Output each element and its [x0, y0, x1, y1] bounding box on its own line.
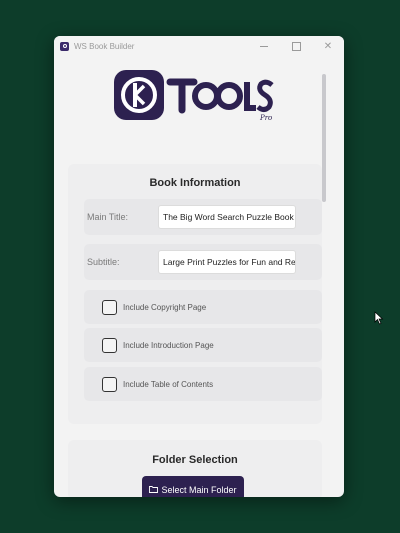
- scrollbar-thumb[interactable]: [322, 74, 326, 202]
- main-title-input[interactable]: The Big Word Search Puzzle Book: [158, 205, 296, 229]
- folder-selection-heading: Folder Selection: [152, 454, 238, 466]
- window-title: WS Book Builder: [74, 41, 135, 51]
- maximize-button[interactable]: [280, 36, 312, 56]
- subtitle-label: Subtitle:: [87, 257, 120, 267]
- copyright-checkbox-label: Include Copyright Page: [123, 302, 207, 312]
- copyright-checkbox-row[interactable]: Include Copyright Page: [84, 290, 322, 324]
- toc-checkbox[interactable]: [102, 376, 117, 392]
- app-icon: [60, 41, 69, 51]
- copyright-checkbox[interactable]: [102, 299, 117, 315]
- introduction-checkbox[interactable]: [102, 337, 117, 353]
- select-main-folder-button[interactable]: Select Main Folder: [142, 476, 244, 497]
- subtitle-input[interactable]: Large Print Puzzles for Fun and Relaxati…: [158, 250, 296, 274]
- book-info-card: Book Information Main Title: The Big Wor…: [68, 164, 322, 424]
- close-button[interactable]: ✕: [312, 36, 344, 56]
- main-title-row: Main Title: The Big Word Search Puzzle B…: [84, 199, 322, 235]
- logo-suffix: Pro: [259, 114, 272, 122]
- subtitle-row: Subtitle: Large Print Puzzles for Fun an…: [84, 244, 322, 280]
- title-bar: WS Book Builder ✕: [54, 36, 344, 56]
- mouse-cursor-icon: [374, 311, 384, 325]
- toc-checkbox-label: Include Table of Contents: [123, 379, 214, 389]
- toc-checkbox-row[interactable]: Include Table of Contents: [84, 367, 322, 401]
- select-main-folder-label: Select Main Folder: [161, 484, 237, 495]
- introduction-checkbox-label: Include Introduction Page: [123, 340, 214, 350]
- tools-logo: Pro: [114, 70, 274, 122]
- folder-icon: [149, 485, 159, 495]
- book-info-heading: Book Information: [149, 177, 241, 189]
- introduction-checkbox-row[interactable]: Include Introduction Page: [84, 328, 322, 362]
- main-content: Pro Book Information Main Title: The Big…: [54, 56, 344, 497]
- app-window: WS Book Builder ✕ Pro Book Information M…: [54, 36, 344, 497]
- main-title-label: Main Title:: [87, 212, 129, 222]
- minimize-button[interactable]: [248, 36, 280, 56]
